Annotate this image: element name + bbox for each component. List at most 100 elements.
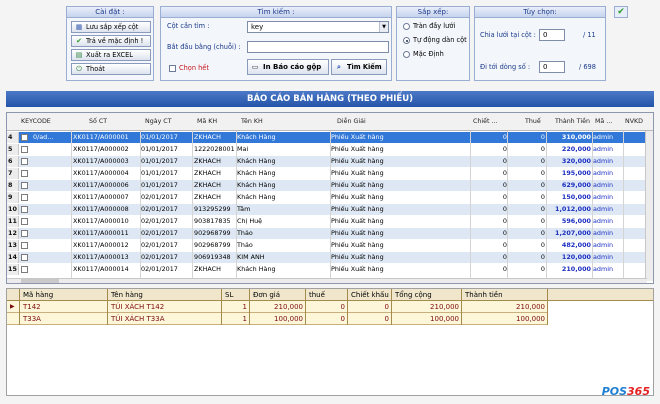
- detail-cell-sl[interactable]: 1: [221, 313, 247, 325]
- detail-cell-thue[interactable]: 0: [305, 301, 345, 313]
- cell-thue[interactable]: 0: [507, 132, 545, 143]
- col-keycode[interactable]: KEYCODE: [21, 113, 51, 131]
- col-nvkd[interactable]: NVKD: [625, 113, 643, 131]
- row-index[interactable]: 13: [7, 240, 19, 251]
- cell-ma[interactable]: admin: [593, 180, 623, 191]
- cell-ma-kh[interactable]: 906919348: [194, 252, 236, 263]
- cell-thanh-tien[interactable]: 310,000: [547, 132, 591, 143]
- row-index[interactable]: 5: [7, 144, 19, 155]
- cell-ten-kh[interactable]: KIM ANH: [237, 252, 329, 263]
- cell-chiet[interactable]: 0: [471, 192, 507, 203]
- cell-thanh-tien[interactable]: 482,000: [547, 240, 591, 251]
- row-checkbox[interactable]: [21, 254, 28, 261]
- cell-ngay[interactable]: 01/01/2017: [141, 180, 189, 191]
- cell-ma-kh[interactable]: ZKHACH: [194, 156, 236, 167]
- table-row[interactable]: 12 XK0117/A000011 02/01/2017 902968799 Thảo P…: [7, 228, 647, 239]
- detail-cell-ten[interactable]: TÚI XÁCH T33A: [111, 313, 219, 325]
- cell-dien-giai[interactable]: Phiếu Xuất hàng: [331, 252, 471, 263]
- cell-ma-kh[interactable]: ZKHACH: [194, 192, 236, 203]
- cell-so-ct[interactable]: XK0117/A000008: [73, 204, 141, 215]
- cell-thanh-tien[interactable]: 120,000: [547, 252, 591, 263]
- row-checkbox[interactable]: [21, 146, 28, 153]
- row-checkbox[interactable]: [21, 134, 28, 141]
- table-row[interactable]: 15 XK0117/A000014 02/01/2017 ZKHACH Khách Hà…: [7, 264, 647, 275]
- row-checkbox[interactable]: [21, 266, 28, 273]
- cell-thanh-tien[interactable]: 629,000: [547, 180, 591, 191]
- col-ten-kh[interactable]: Tên KH: [241, 113, 263, 131]
- cell-ma[interactable]: admin: [593, 216, 623, 227]
- detail-col-thanh-tien[interactable]: Thành tiền: [465, 289, 503, 301]
- starts-with-input[interactable]: [247, 41, 389, 53]
- col-ngay-ct[interactable]: Ngày CT: [145, 113, 172, 131]
- detail-row[interactable]: T33A TÚI XÁCH T33A 1 100,000 0 0 100,000 100,00…: [7, 313, 547, 325]
- col-ma-kh[interactable]: Mã KH: [197, 113, 217, 131]
- cell-ma-kh[interactable]: ZKHACH: [194, 132, 236, 143]
- select-all-checkbox[interactable]: [169, 65, 176, 72]
- cell-so-ct[interactable]: XK0117/A000001: [73, 132, 141, 143]
- cell-dien-giai[interactable]: Phiếu Xuất hàng: [331, 180, 471, 191]
- column-select[interactable]: key ▼: [247, 21, 389, 33]
- cell-ngay[interactable]: 02/01/2017: [141, 252, 189, 263]
- table-row[interactable]: 10 XK0117/A000008 02/01/2017 913295299 Tâm Ph…: [7, 204, 647, 215]
- row-index[interactable]: 7: [7, 168, 19, 179]
- cell-dien-giai[interactable]: Phiếu Xuất hàng: [331, 192, 471, 203]
- cell-dien-giai[interactable]: Phiếu Xuất hàng: [331, 240, 471, 251]
- cell-ma[interactable]: admin: [593, 204, 623, 215]
- detail-col-sl[interactable]: SL: [225, 289, 233, 301]
- cell-so-ct[interactable]: XK0117/A000006: [73, 180, 141, 191]
- cell-thanh-tien[interactable]: 1,207,000: [547, 228, 591, 239]
- cell-so-ct[interactable]: XK0117/A000011: [73, 228, 141, 239]
- cell-chiet[interactable]: 0: [471, 204, 507, 215]
- cell-so-ct[interactable]: XK0117/A000013: [73, 252, 141, 263]
- table-row[interactable]: 11 XK0117/A000010 02/01/2017 903817835 Chị H…: [7, 216, 647, 227]
- cell-ten-kh[interactable]: Khách Hàng: [237, 168, 329, 179]
- detail-col-thue[interactable]: thuế: [309, 289, 325, 301]
- table-row[interactable]: 9 XK0117/A000007 02/01/2017 ZKHACH Khách Hàn…: [7, 192, 647, 203]
- detail-cell-thue[interactable]: 0: [305, 313, 345, 325]
- cell-chiet[interactable]: 0: [471, 240, 507, 251]
- row-checkbox[interactable]: [21, 218, 28, 225]
- cell-thue[interactable]: 0: [507, 156, 545, 167]
- cell-thue[interactable]: 0: [507, 180, 545, 191]
- cell-thanh-tien[interactable]: 320,000: [547, 156, 591, 167]
- detail-cell-ten[interactable]: TÚI XÁCH T142: [111, 301, 219, 313]
- cell-thanh-tien[interactable]: 1,012,000: [547, 204, 591, 215]
- cell-ngay[interactable]: 02/01/2017: [141, 204, 189, 215]
- cell-ngay[interactable]: 02/01/2017: [141, 192, 189, 203]
- cell-ma-kh[interactable]: 902968799: [194, 240, 236, 251]
- row-index[interactable]: 11: [7, 216, 19, 227]
- row-index[interactable]: 8: [7, 180, 19, 191]
- cell-ma[interactable]: admin: [593, 168, 623, 179]
- cell-ma-kh[interactable]: 913295299: [194, 204, 236, 215]
- detail-cell-ma[interactable]: T142: [23, 301, 103, 313]
- row-index[interactable]: 4: [7, 132, 19, 143]
- cell-ten-kh[interactable]: Chị Huệ: [237, 216, 329, 227]
- cell-ngay[interactable]: 02/01/2017: [141, 228, 189, 239]
- cell-thanh-tien[interactable]: 220,000: [547, 144, 591, 155]
- cell-dien-giai[interactable]: Phiếu Xuất hàng: [331, 264, 471, 275]
- cell-thanh-tien[interactable]: 195,000: [547, 168, 591, 179]
- detail-col-ten-hang[interactable]: Tên hàng: [111, 289, 143, 301]
- scroll-thumb[interactable]: [21, 279, 59, 283]
- table-row[interactable]: 4 0/ad... XK0117/A000001 01/01/2017 ZKHACH Kh…: [7, 132, 647, 143]
- cell-ma-kh[interactable]: ZKHACH: [194, 168, 236, 179]
- detail-col-don-gia[interactable]: Đơn giá: [253, 289, 280, 301]
- detail-cell-sl[interactable]: 1: [221, 301, 247, 313]
- split-input[interactable]: 0: [539, 29, 565, 41]
- save-columns-button[interactable]: ▦ Lưu sắp xếp cột: [71, 21, 151, 33]
- cell-ngay[interactable]: 02/01/2017: [141, 240, 189, 251]
- detail-col-chiet-khau[interactable]: Chiết khấu: [351, 289, 389, 301]
- row-checkbox[interactable]: [21, 170, 28, 177]
- cell-thue[interactable]: 0: [507, 144, 545, 155]
- cell-thanh-tien[interactable]: 210,000: [547, 264, 591, 275]
- cell-dien-giai[interactable]: Phiếu Xuất hàng: [331, 228, 471, 239]
- chevron-down-icon[interactable]: ▼: [379, 22, 388, 32]
- row-checkbox[interactable]: [21, 194, 28, 201]
- cell-ma[interactable]: admin: [593, 132, 623, 143]
- cell-so-ct[interactable]: XK0117/A000007: [73, 192, 141, 203]
- detail-cell-thanh-tien[interactable]: 210,000: [461, 301, 545, 313]
- cell-ten-kh[interactable]: Khách Hàng: [237, 132, 329, 143]
- row-checkbox[interactable]: [21, 182, 28, 189]
- cell-thue[interactable]: 0: [507, 216, 545, 227]
- cell-chiet[interactable]: 0: [471, 156, 507, 167]
